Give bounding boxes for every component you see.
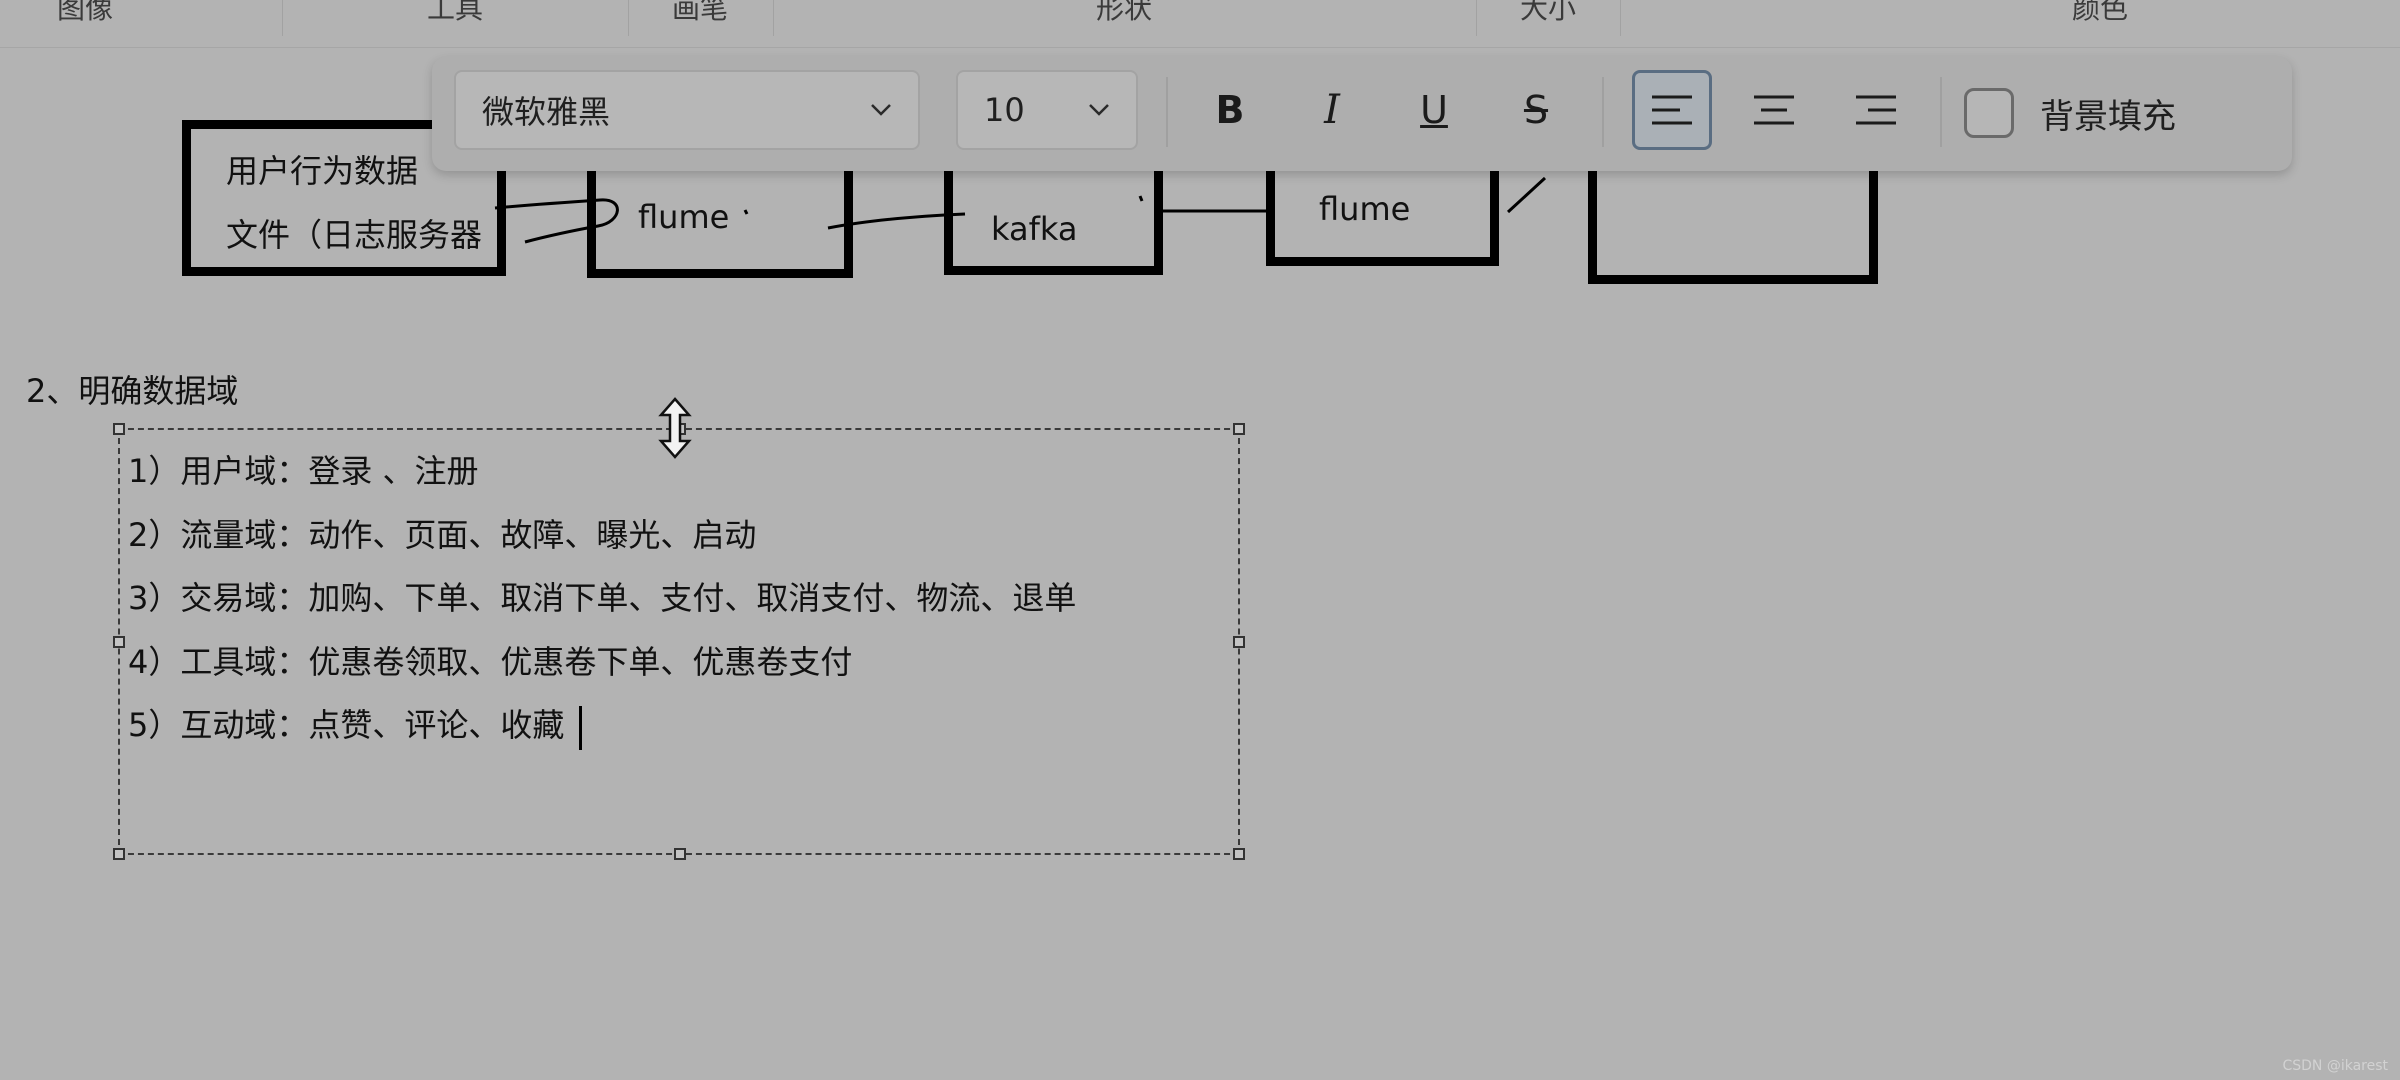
watermark: CSDN @ikarest xyxy=(2282,1058,2388,1074)
resize-cursor-icon xyxy=(658,397,692,459)
align-left-button[interactable] xyxy=(1632,70,1712,150)
resize-handle-left[interactable] xyxy=(113,636,125,648)
text-line-3[interactable]: 3）交易域：加购、下单、取消下单、支付、取消支付、物流、退单 xyxy=(128,573,1076,619)
font-family-value: 微软雅黑 xyxy=(482,93,611,131)
text-line-5[interactable]: 5）互动域：点赞、评论、收藏 xyxy=(128,700,564,746)
font-family-dropdown[interactable]: 微软雅黑 xyxy=(454,70,920,150)
flume-label-2: flume xyxy=(1319,190,1411,228)
flume-label-1: flume xyxy=(638,198,730,236)
background-fill-checkbox[interactable] xyxy=(1964,88,2014,138)
text-line-1[interactable]: 1）用户域：登录 、注册 xyxy=(128,446,479,492)
resize-handle-right[interactable] xyxy=(1233,636,1245,648)
resize-handle-bottom-left[interactable] xyxy=(113,848,125,860)
align-right-icon xyxy=(1856,95,1896,125)
toolbar-divider xyxy=(1940,77,1942,147)
resize-handle-bottom[interactable] xyxy=(674,848,686,860)
resize-handle-top-right[interactable] xyxy=(1233,423,1245,435)
kafka-label: kafka xyxy=(991,210,1078,248)
text-format-toolbar: 微软雅黑 10 B I U S 背景填充 xyxy=(432,57,2292,171)
align-center-icon xyxy=(1754,95,1794,125)
text-line-4[interactable]: 4）工具域：优惠卷领取、优惠卷下单、优惠卷支付 xyxy=(128,637,852,683)
text-line-2[interactable]: 2）流量域：动作、页面、故障、曝光、启动 xyxy=(128,510,756,556)
strikethrough-icon: S xyxy=(1523,88,1549,132)
source-box-line-2: 文件（日志服务器 xyxy=(226,216,483,254)
font-size-dropdown[interactable]: 10 xyxy=(956,70,1138,150)
chevron-down-icon xyxy=(1089,104,1109,116)
toolbar-divider xyxy=(1166,77,1168,147)
paint-canvas[interactable]: 图像 工具 画笔 形状 大小 颜色 用户行为数据 文件（日志服务器 flume … xyxy=(0,0,2400,1080)
align-center-button[interactable] xyxy=(1734,70,1814,150)
strikethrough-button[interactable]: S xyxy=(1496,70,1576,150)
italic-button[interactable]: I xyxy=(1292,70,1372,150)
align-left-icon xyxy=(1652,95,1692,125)
bold-button[interactable]: B xyxy=(1190,70,1270,150)
italic-icon: I xyxy=(1324,87,1340,133)
text-caret xyxy=(579,706,582,750)
align-right-button[interactable] xyxy=(1836,70,1916,150)
source-box-line-1: 用户行为数据 xyxy=(226,152,419,190)
section-heading: 2、明确数据域 xyxy=(26,372,239,410)
underline-icon: U xyxy=(1420,88,1448,132)
selected-text-box[interactable]: 1）用户域：登录 、注册 2）流量域：动作、页面、故障、曝光、启动 3）交易域：… xyxy=(113,423,1245,860)
font-size-value: 10 xyxy=(984,91,1025,129)
toolbar-divider xyxy=(1602,77,1604,147)
chevron-down-icon xyxy=(871,104,891,116)
resize-handle-bottom-right[interactable] xyxy=(1233,848,1245,860)
resize-handle-top-left[interactable] xyxy=(113,423,125,435)
bold-icon: B xyxy=(1215,88,1245,132)
target-box xyxy=(1588,170,1878,284)
background-fill-label: 背景填充 xyxy=(2040,97,2176,137)
underline-button[interactable]: U xyxy=(1394,70,1474,150)
